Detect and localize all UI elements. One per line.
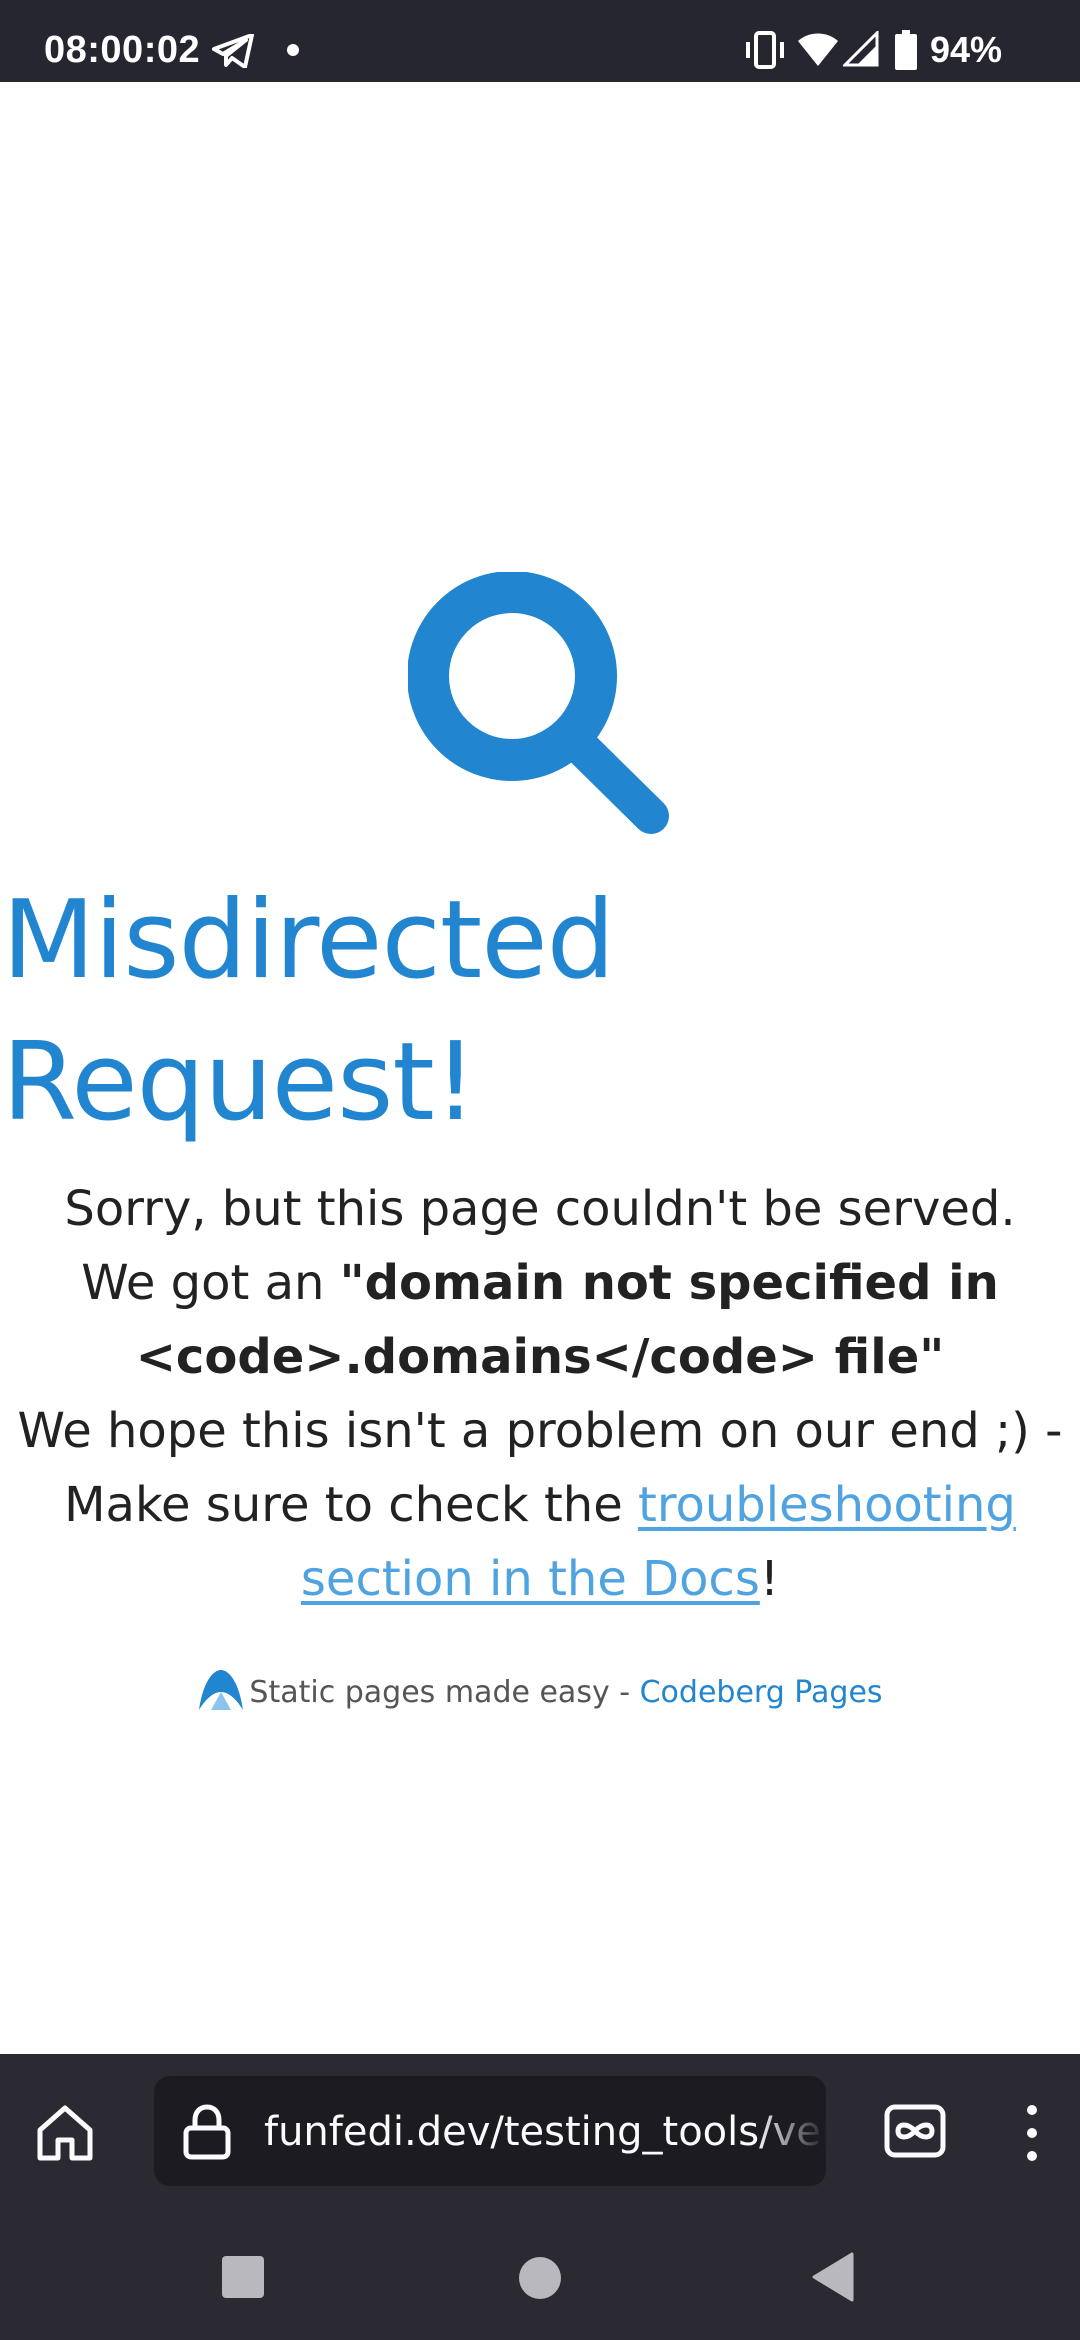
status-bar: 08:00:02 94% — [0, 0, 1080, 82]
navigation-bar — [0, 2206, 1080, 2340]
footer-text: Static pages made easy - — [249, 1675, 640, 1710]
battery-percent: 94% — [930, 29, 1003, 70]
message-line-2: We got an "domain not specified in <code… — [0, 1246, 1080, 1394]
back-icon[interactable] — [812, 2252, 856, 2302]
message-line-3: We hope this isn't a problem on our end … — [17, 1403, 1063, 1459]
battery-icon — [895, 30, 917, 70]
url-bar[interactable]: funfedi.dev/testing_tools/verify — [154, 2076, 826, 2186]
url-text[interactable]: funfedi.dev/testing_tools/verify — [264, 2076, 826, 2186]
more-menu-icon[interactable] — [1010, 2102, 1054, 2164]
magnifier-icon — [408, 572, 669, 834]
telegram-icon — [212, 34, 254, 68]
url-fade — [756, 2076, 826, 2186]
docs-prefix: Make sure to check the — [64, 1477, 639, 1533]
message-prefix: We got an — [81, 1255, 340, 1311]
docs-suffix: ! — [759, 1551, 780, 1607]
browser-toolbar: funfedi.dev/testing_tools/verify — [0, 2054, 1080, 2206]
message-line-1: Sorry, but this page couldn't be served. — [64, 1181, 1016, 1237]
status-time: 08:00:02 — [44, 29, 201, 71]
private-browsing-icon[interactable] — [884, 2104, 946, 2158]
footer: Static pages made easy - Codeberg Pages — [0, 1666, 1080, 1720]
signal-icon — [843, 31, 879, 67]
home-icon[interactable] — [34, 2102, 96, 2164]
recents-icon[interactable] — [222, 2256, 264, 2298]
error-message: Sorry, but this page couldn't be served.… — [0, 1172, 1080, 1616]
wifi-icon — [798, 33, 838, 66]
home-circle-icon[interactable] — [518, 2256, 562, 2300]
lock-icon[interactable] — [182, 2104, 232, 2160]
message-line-4: Make sure to check the troubleshooting s… — [0, 1468, 1080, 1616]
codeberg-logo — [199, 1670, 244, 1710]
codeberg-pages-link[interactable]: Codeberg Pages — [640, 1675, 883, 1710]
page-title: Misdirected Request! — [2, 878, 615, 1145]
vibrate-icon — [746, 31, 784, 69]
notification-dot — [287, 44, 299, 56]
